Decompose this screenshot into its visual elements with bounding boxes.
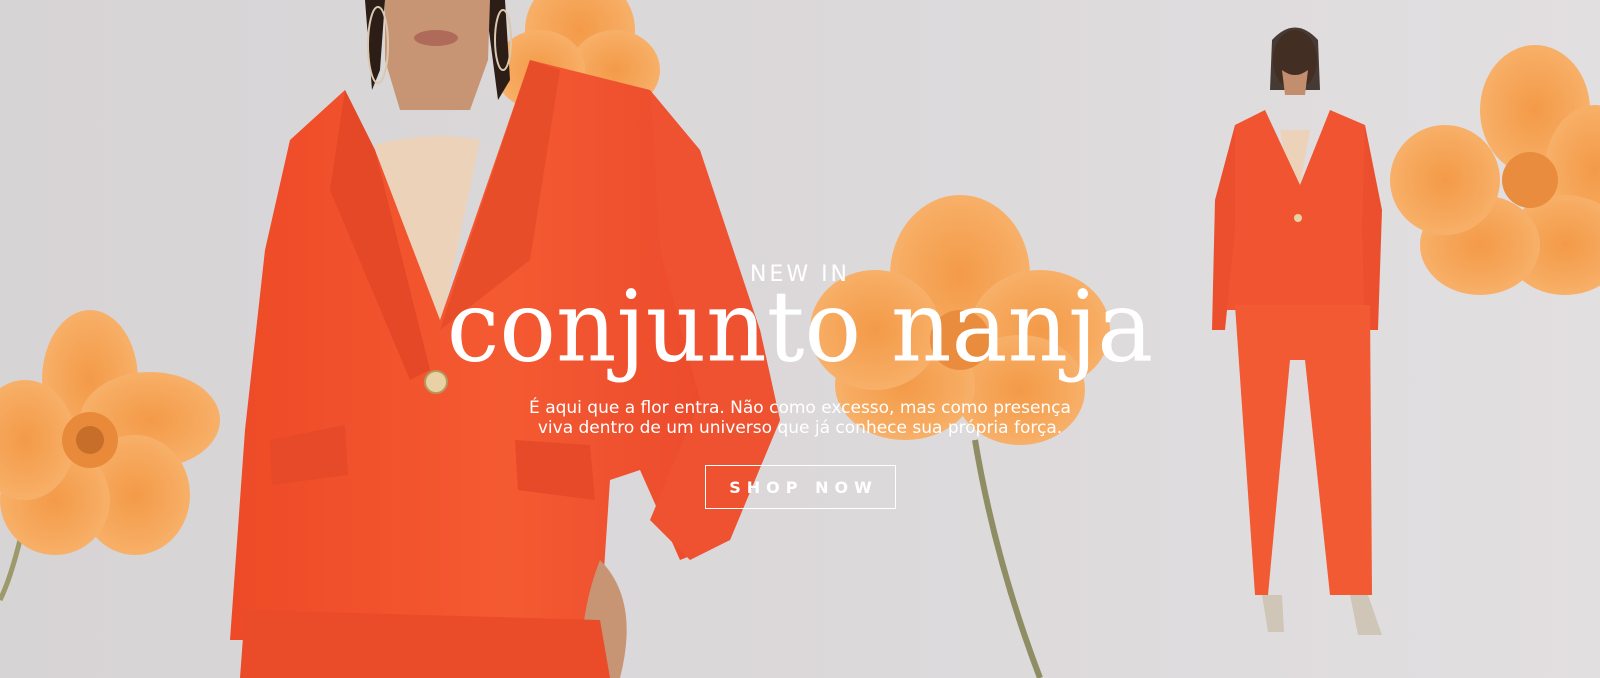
hero-banner[interactable]: NEW IN conjunto nanja É aqui que a flor … [0, 0, 1600, 678]
flower-right [1390, 45, 1600, 295]
hero-background-image [0, 0, 1600, 678]
model-closeup [230, 0, 780, 678]
flower-left [0, 310, 220, 602]
flower-center [810, 195, 1110, 678]
shop-now-button[interactable]: SHOP NOW [705, 465, 896, 509]
model-fullbody [1212, 27, 1382, 635]
